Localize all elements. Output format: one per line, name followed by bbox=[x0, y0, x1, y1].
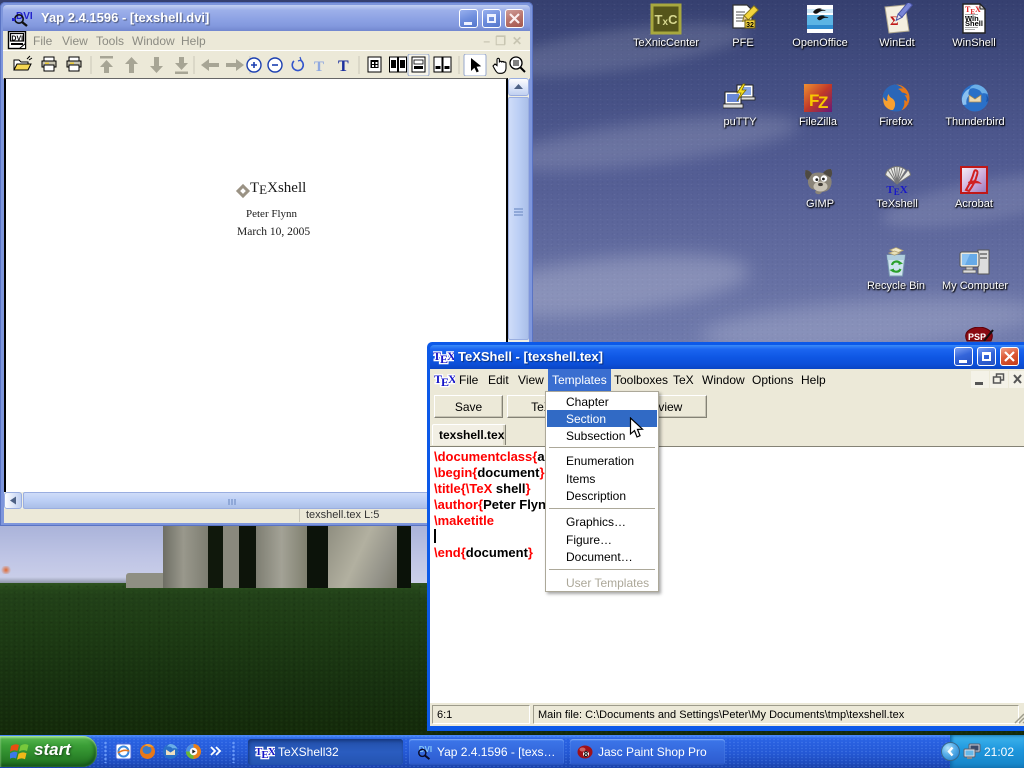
svg-text:T: T bbox=[314, 59, 324, 75]
svg-text:32: 32 bbox=[746, 22, 754, 29]
svg-text:Σ: Σ bbox=[890, 13, 899, 28]
svg-text:PSP: PSP bbox=[968, 332, 986, 342]
svg-text:Shell: Shell bbox=[965, 19, 983, 28]
svg-text:Z: Z bbox=[818, 93, 828, 112]
svg-text:T: T bbox=[338, 58, 349, 75]
svg-text:8: 8 bbox=[584, 750, 589, 759]
svg-text:DVI: DVI bbox=[11, 35, 23, 42]
svg-text:TEX: TEX bbox=[434, 372, 455, 389]
svg-text:DVI: DVI bbox=[16, 11, 32, 22]
svg-text:TEX: TEX bbox=[433, 349, 454, 366]
svg-text:TEX: TEX bbox=[255, 746, 275, 760]
svg-text:TEX: TEX bbox=[886, 184, 907, 196]
